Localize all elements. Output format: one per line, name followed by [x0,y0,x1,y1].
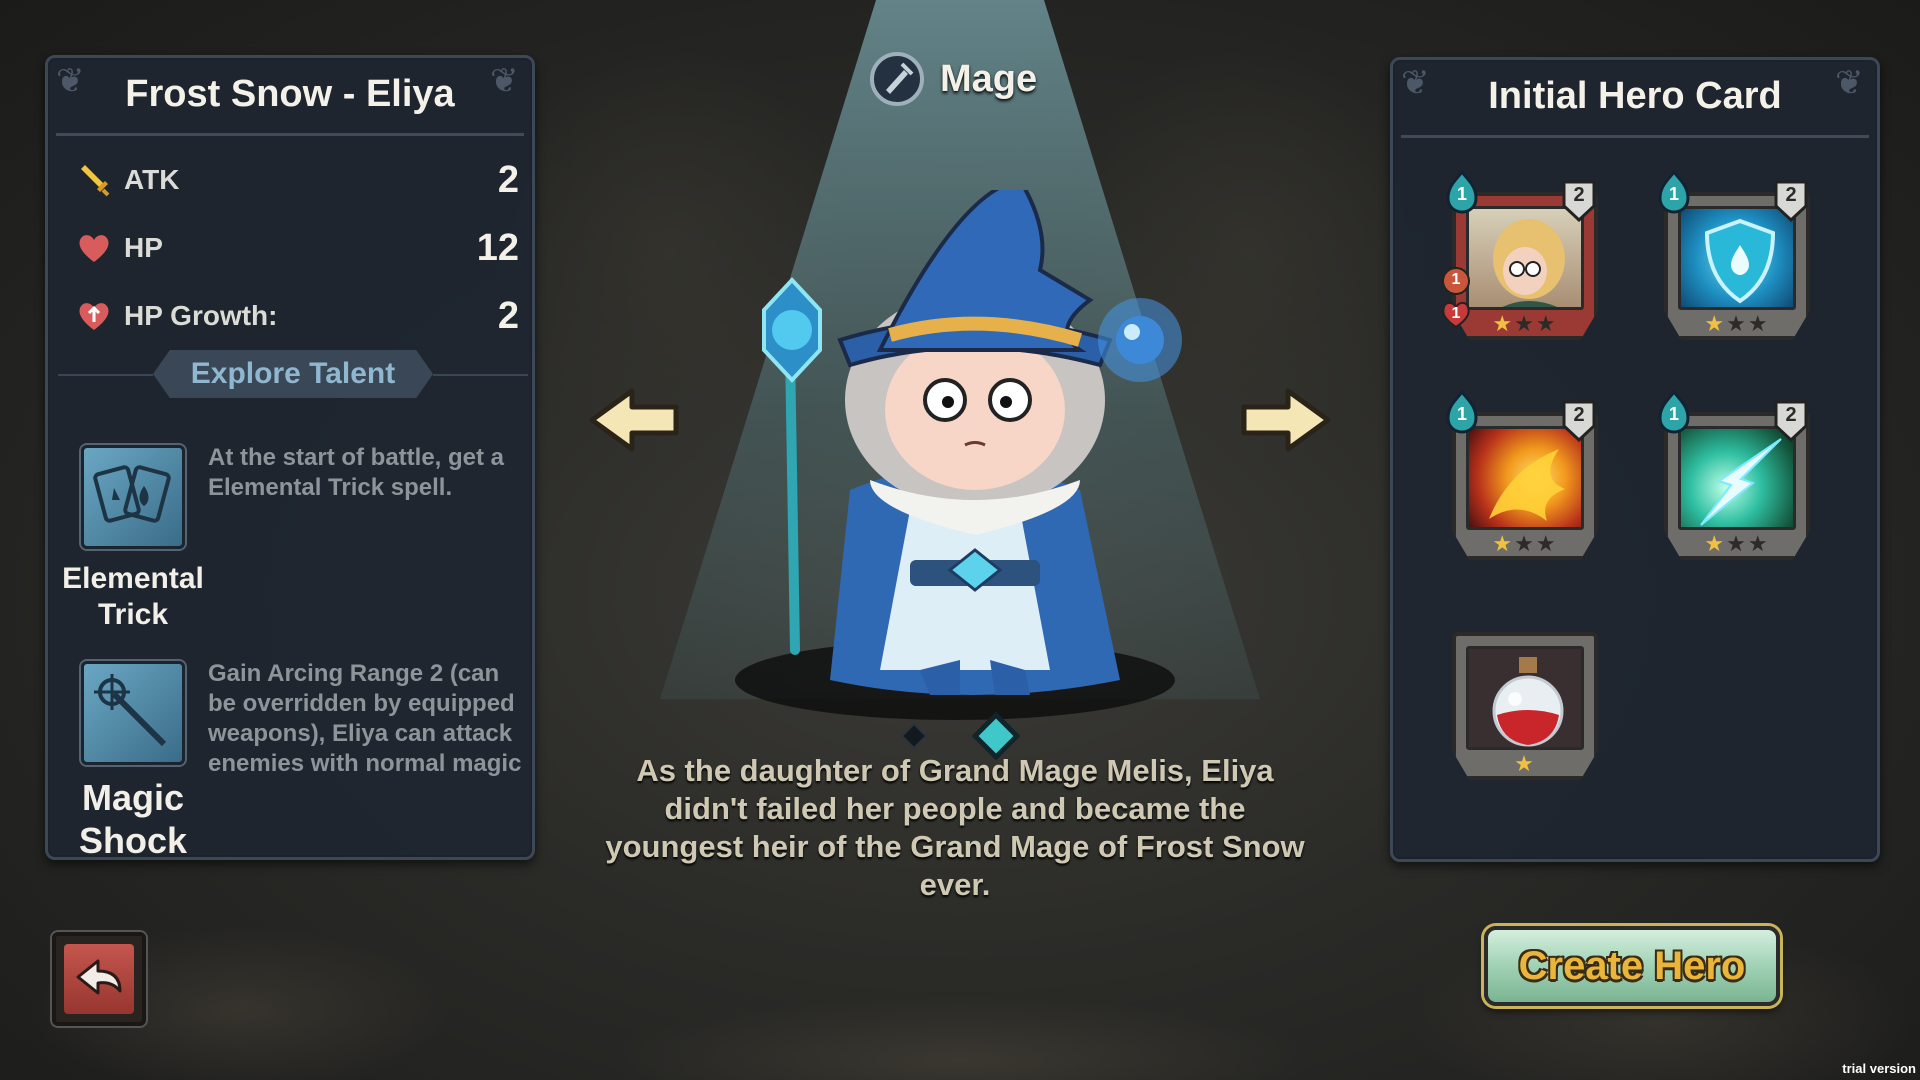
stat-label: ATK [124,164,180,195]
card-stars: ★★★ [1652,532,1822,557]
stat-label: HP Growth: [124,300,278,331]
star-filled-icon: ★ [1492,312,1515,337]
page-dot-1[interactable] [900,722,928,754]
star-filled-icon: ★ [1492,532,1515,557]
stat-value: 2 [497,294,519,337]
shield-card[interactable]: 1 2 ★★★ [1652,169,1822,350]
attack-badge-value: 1 [1451,271,1461,288]
card-stars: ★ [1440,752,1610,777]
stat-value: 12 [476,226,519,269]
class-name: Mage [940,57,1038,100]
lightning-card[interactable]: 1 2 ★★★ [1652,389,1822,570]
talent-description: At the start of battle, get a Elemental … [208,444,505,501]
heart-up-icon [74,296,114,336]
star-filled-icon: ★ [1704,532,1727,557]
corner-ornament-icon: ❦ [56,61,85,101]
create-hero-button[interactable]: Create Hero [1484,926,1780,1006]
level-badge: 2 [1562,180,1596,223]
red-potion-art [1466,646,1584,750]
mage-class-icon [870,52,924,106]
corner-ornament-icon: ❦ [1835,63,1864,103]
stat-label: HP [124,232,163,263]
star-empty-icon: ★ [1514,312,1536,337]
level-value: 2 [1573,184,1585,206]
cost-badge: 1 [1656,169,1692,214]
star-empty-icon: ★ [1535,312,1558,337]
talent-description: Gain Arcing Range 2 (can be overridden b… [208,660,522,777]
cost-value: 1 [1668,404,1679,424]
star-empty-icon: ★ [1514,532,1536,557]
stat-row-hp-growth: HP Growth: 2 [74,291,519,341]
card-stars: ★★★ [1652,312,1822,337]
sword-icon [74,160,114,200]
hero-character [762,190,1182,695]
cost-value: 1 [1668,184,1679,204]
trial-version-watermark: trial version [1842,1061,1916,1076]
divider [58,374,153,376]
stat-row-atk: ATK 2 [74,155,519,205]
potion-card[interactable]: ★ [1440,610,1610,790]
explore-talent-tab[interactable]: Explore Talent [153,350,433,398]
staff-crystal-icon [762,277,822,383]
level-value: 2 [1573,404,1585,426]
star-empty-icon: ★ [1535,532,1558,557]
level-badge: 2 [1562,400,1596,443]
previous-hero-button[interactable] [586,385,686,455]
divider [433,374,528,376]
cost-badge: 1 [1656,389,1692,434]
panel-title: Initial Hero Card [1401,60,1869,138]
cost-badge: 1 [1444,169,1480,214]
level-badge: 2 [1774,180,1808,223]
hero-card-portrait[interactable]: 1 2 1 1 ★★★ [1440,169,1610,350]
star-filled-icon: ★ [1704,312,1727,337]
magic-staff-icon[interactable] [81,661,185,765]
star-empty-icon: ★ [1747,312,1770,337]
stat-row-hp: HP 12 [74,223,519,273]
corner-ornament-icon: ❦ [1401,63,1430,103]
fireball-card[interactable]: 1 2 ★★★ [1440,389,1610,570]
cost-value: 1 [1456,404,1467,424]
talent-name: Elemental Trick [62,562,204,631]
stat-value: 2 [497,158,519,201]
back-arrow-icon [64,944,134,1014]
hero-info-panel: ❦ ❦ Frost Snow - Eliya ATK 2 HP 12 HP Gr… [45,55,535,862]
star-empty-icon: ★ [1726,312,1748,337]
hero-bio: As the daughter of Grand Mage Melis, Eli… [605,753,1305,902]
level-badge: 2 [1774,400,1808,443]
star-empty-icon: ★ [1726,532,1748,557]
card-stars: ★★★ [1440,532,1610,557]
star-empty-icon: ★ [1747,532,1770,557]
level-value: 2 [1785,184,1797,206]
elemental-cards-icon[interactable] [81,445,185,549]
next-hero-button[interactable] [1234,385,1334,455]
back-button[interactable] [52,932,146,1026]
heart-icon [74,228,114,268]
card-stars: ★★★ [1440,312,1610,337]
talent-name: Magic Shock [78,777,188,862]
level-value: 2 [1785,404,1797,426]
class-label: Mage [868,48,1037,110]
cost-badge: 1 [1444,389,1480,434]
star-filled-icon: ★ [1514,752,1536,777]
hero-name: Frost Snow - Eliya [56,58,524,136]
corner-ornament-icon: ❦ [490,61,519,101]
cost-value: 1 [1456,184,1467,204]
